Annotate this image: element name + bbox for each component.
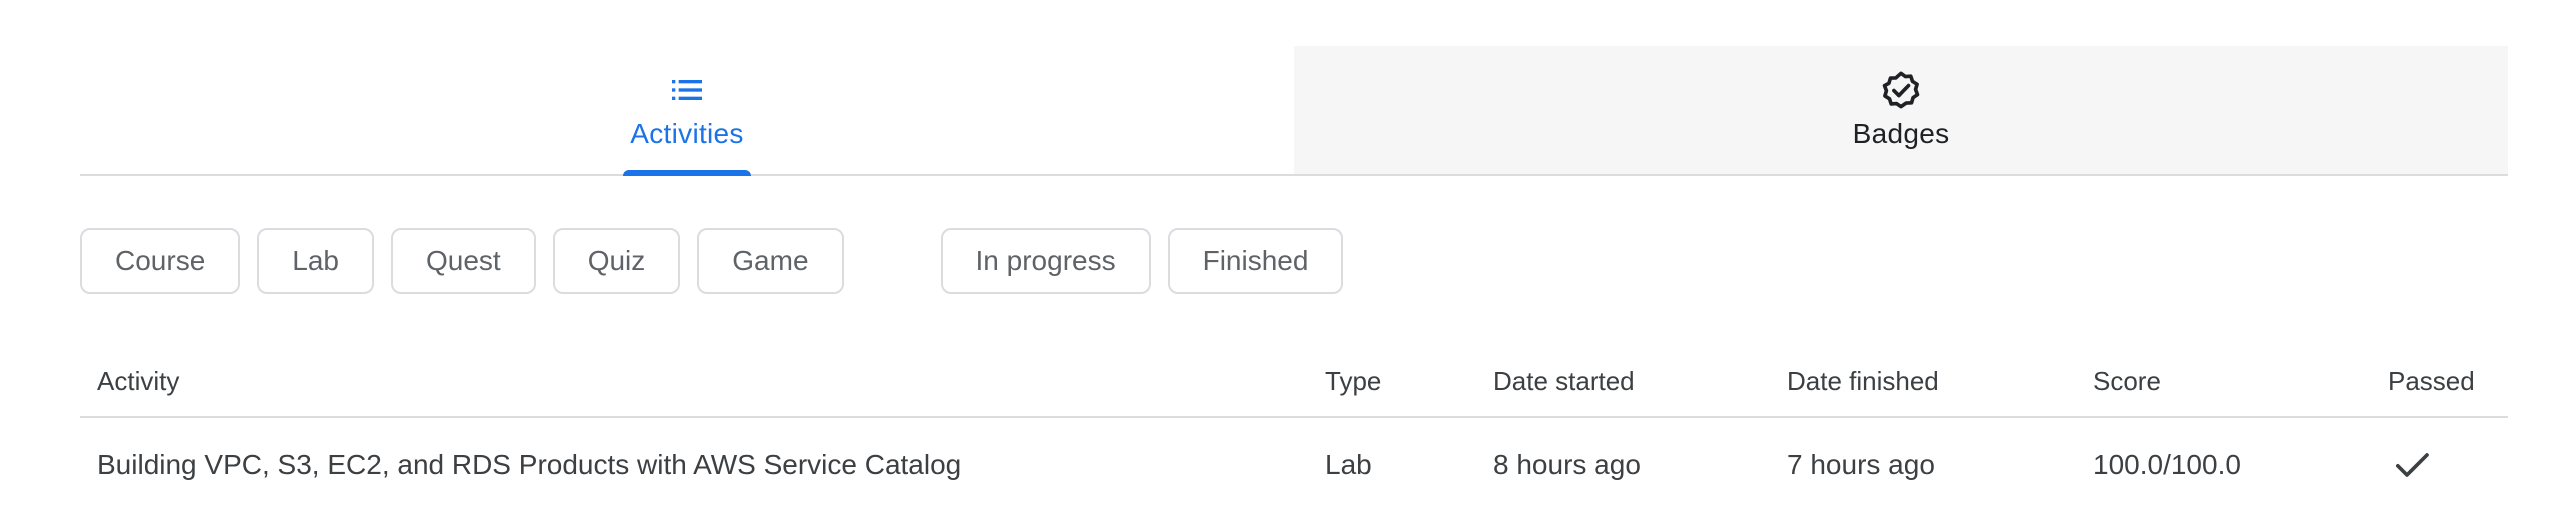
filter-chip-game[interactable]: Game xyxy=(697,228,844,294)
tab-activities[interactable]: Activities xyxy=(80,46,1294,176)
activities-table: Activity Type Date started Date finished… xyxy=(80,346,2508,512)
activity-type: Lab xyxy=(1325,449,1372,480)
filter-chip-course[interactable]: Course xyxy=(80,228,241,294)
tab-bar: Activities Badges xyxy=(80,46,2508,176)
column-header-date-finished[interactable]: Date finished xyxy=(1770,366,2076,397)
tab-badges[interactable]: Badges xyxy=(1294,46,2508,174)
column-header-date-started[interactable]: Date started xyxy=(1476,366,1770,397)
active-tab-indicator xyxy=(623,170,751,176)
activity-page: Activities Badges Course Lab Quest Quiz … xyxy=(0,0,2564,516)
checkmark-icon xyxy=(2392,445,2432,485)
activity-title-link[interactable]: Building VPC, S3, EC2, and RDS Products … xyxy=(80,449,1308,481)
tab-activities-label: Activities xyxy=(630,118,744,149)
filter-chip-finished[interactable]: Finished xyxy=(1167,228,1344,294)
column-header-passed[interactable]: Passed xyxy=(2371,366,2508,397)
filter-chip-in-progress[interactable]: In progress xyxy=(940,228,1151,294)
date-started: 8 hours ago xyxy=(1493,449,1641,480)
column-header-type[interactable]: Type xyxy=(1308,366,1476,397)
filter-chips: Course Lab Quest Quiz Game In progress F… xyxy=(80,226,1360,296)
score: 100.0/100.0 xyxy=(2093,449,2241,480)
column-header-activity[interactable]: Activity xyxy=(80,366,1308,397)
table-header-row: Activity Type Date started Date finished… xyxy=(80,346,2508,418)
date-finished: 7 hours ago xyxy=(1787,449,1935,480)
filter-chip-quest[interactable]: Quest xyxy=(390,228,536,294)
table-row[interactable]: Building VPC, S3, EC2, and RDS Products … xyxy=(80,418,2508,512)
filter-chip-quiz[interactable]: Quiz xyxy=(552,228,681,294)
passed-cell xyxy=(2371,445,2508,485)
tab-badges-label: Badges xyxy=(1852,118,1950,149)
filter-chip-lab[interactable]: Lab xyxy=(257,228,374,294)
column-header-score[interactable]: Score xyxy=(2076,366,2371,397)
badge-check-icon xyxy=(1877,66,1925,114)
list-icon xyxy=(663,66,711,114)
